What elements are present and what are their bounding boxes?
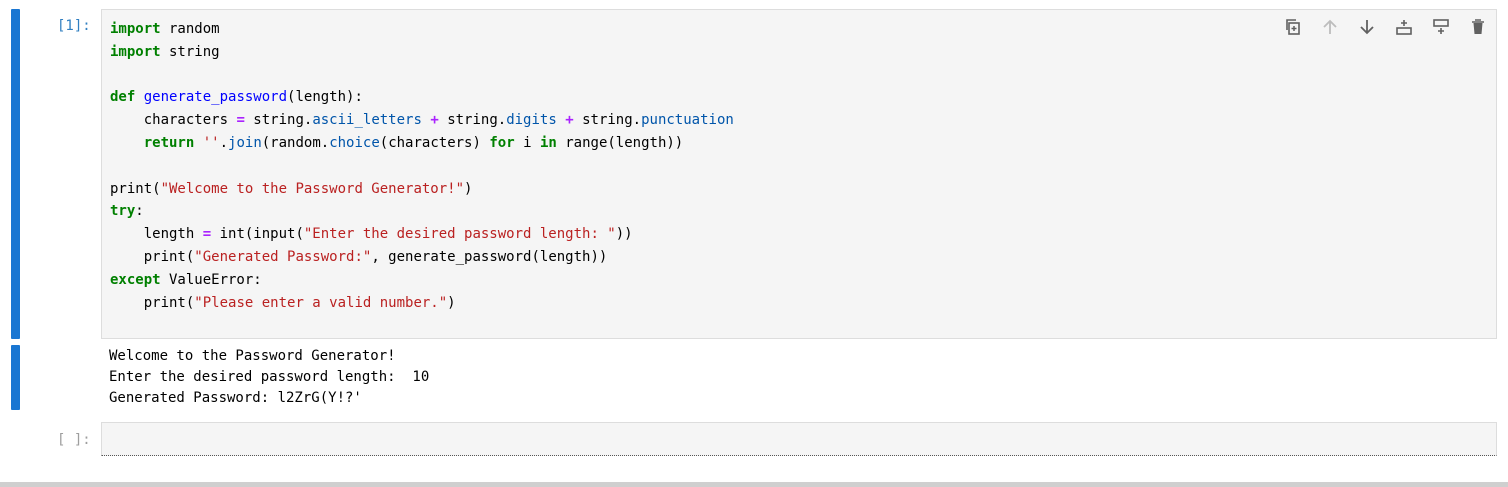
duplicate-cell-button[interactable] [1280,14,1306,40]
insert-below-icon [1433,19,1449,34]
code-line-11: print("Generated Password:", generate_pa… [110,248,608,265]
output-line: Generated Password: l2ZrG(Y!?' [109,390,362,406]
empty-cell-prompt: [ ]: [57,432,91,448]
active-cell-indicator[interactable] [11,9,20,339]
empty-code-cell-editor[interactable] [101,422,1497,456]
code-line-6: return ''.join(random.choice(characters)… [143,134,684,151]
cell-output: Welcome to the Password Generator! Enter … [109,346,429,409]
move-cell-up-button[interactable] [1317,14,1343,40]
insert-cell-below-button[interactable] [1428,14,1454,40]
code-line-5: characters = string.ascii_letters + stri… [110,112,734,129]
code-cell-editor[interactable]: import random import string def generate_p… [101,9,1497,339]
code-line-2: import string [110,43,220,60]
code-content[interactable]: import random import string def generate_p… [110,18,734,314]
delete-icon [1472,19,1484,34]
output-line: Enter the desired password length: 10 [109,369,430,385]
code-line-10: length = int(input("Enter the desired pa… [110,226,633,243]
cell-toolbar [1280,14,1491,40]
code-line-1: import random [110,21,220,37]
cell-execution-prompt: [1]: [57,18,91,34]
output-collapse-indicator[interactable] [11,345,20,410]
move-cell-down-button[interactable] [1354,14,1380,40]
code-line-4: def generate_password(length): [110,89,363,106]
move-up-icon [1323,19,1337,34]
delete-cell-button[interactable] [1465,14,1491,40]
duplicate-icon [1286,19,1300,35]
code-line-13: print("Please enter a valid number.") [110,294,456,311]
code-line-12: except ValueError: [110,271,262,288]
move-down-icon [1360,20,1374,35]
code-line-9: try: [110,203,144,220]
code-line-8: print("Welcome to the Password Generator… [110,180,473,197]
output-line: Welcome to the Password Generator! [109,348,396,364]
insert-cell-above-button[interactable] [1391,14,1417,40]
horizontal-scrollbar[interactable] [0,482,1508,487]
insert-above-icon [1396,20,1412,35]
